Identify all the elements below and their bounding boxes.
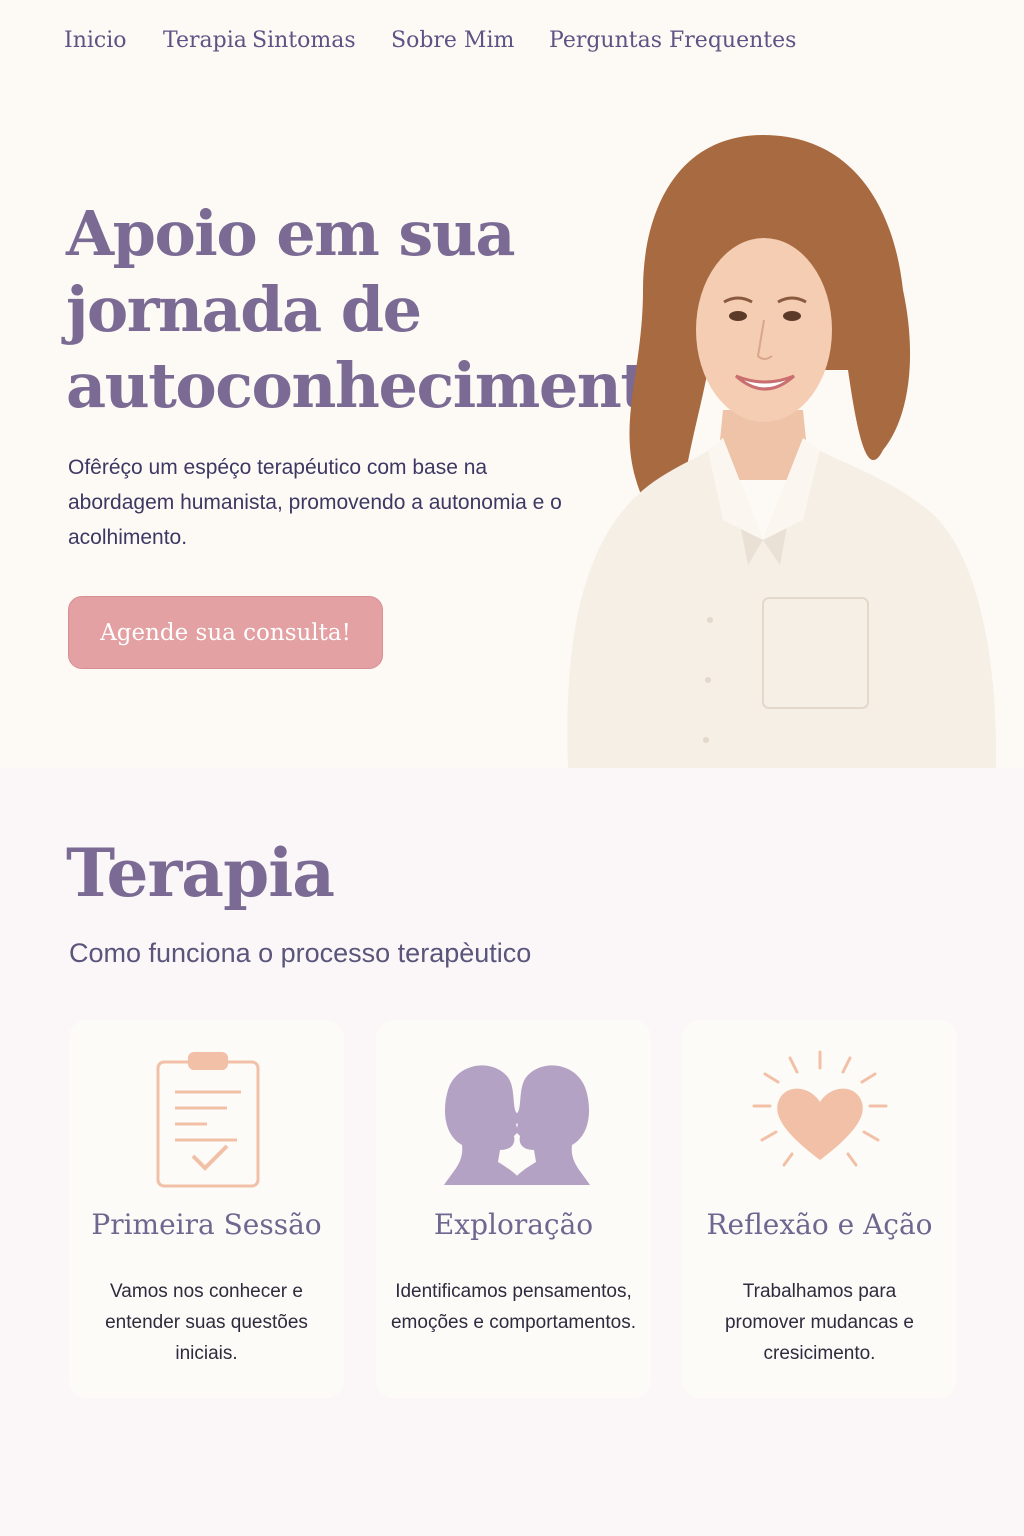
nav-item-perguntas-frequentes[interactable]: Perguntas Frequentes	[549, 28, 796, 53]
clipboard-check-icon	[156, 1052, 259, 1188]
card-text: Identificamos pensamentos, emoções e com…	[390, 1281, 636, 1333]
main-navigation: Inicio Terapia Sintomas Sobre Mim Pergun…	[0, 0, 1024, 90]
card-reflexao-acao: Reflexão e Ação Trabalhamos para promove…	[682, 1020, 957, 1398]
card-title: Exploração	[433, 1208, 594, 1241]
section-subtitle: Como funciona o processo terapèutico	[69, 938, 532, 968]
card-text: Trabalhamos para promover mudancas e cre…	[724, 1281, 915, 1364]
nav-item-inicio[interactable]: Inicio	[64, 28, 127, 53]
nav-item-sobre-mim[interactable]: Sobre Mim	[391, 28, 514, 53]
schedule-consultation-button[interactable]: Agende sua consulta!	[68, 596, 383, 669]
card-primeira-sessao: Primeira Sessão Vamos nos conhecer e ent…	[69, 1020, 344, 1398]
hero-section: Apoio em sua jornada de autoconhecimento…	[0, 0, 1024, 768]
card-title: Primeira Sessão	[91, 1208, 322, 1241]
nav-item-terapia[interactable]: Terapia	[163, 28, 247, 53]
two-faces-icon	[443, 1065, 590, 1185]
card-exploracao: Exploração Identificamos pensamentos, em…	[376, 1020, 651, 1398]
hero-description: Ofêréço um espéço terapéutico com base n…	[68, 456, 562, 549]
section-title: Terapia	[66, 834, 335, 912]
radiant-heart-icon	[752, 1050, 887, 1167]
card-title: Reflexão e Ação	[706, 1208, 933, 1241]
nav-item-sintomas[interactable]: Sintomas	[252, 28, 356, 53]
therapy-section: Terapia Como funciona o processo terapèu…	[0, 768, 1024, 1536]
card-text: Vamos nos conhecer e entender suas quest…	[105, 1281, 308, 1364]
therapist-portrait	[567, 135, 997, 768]
